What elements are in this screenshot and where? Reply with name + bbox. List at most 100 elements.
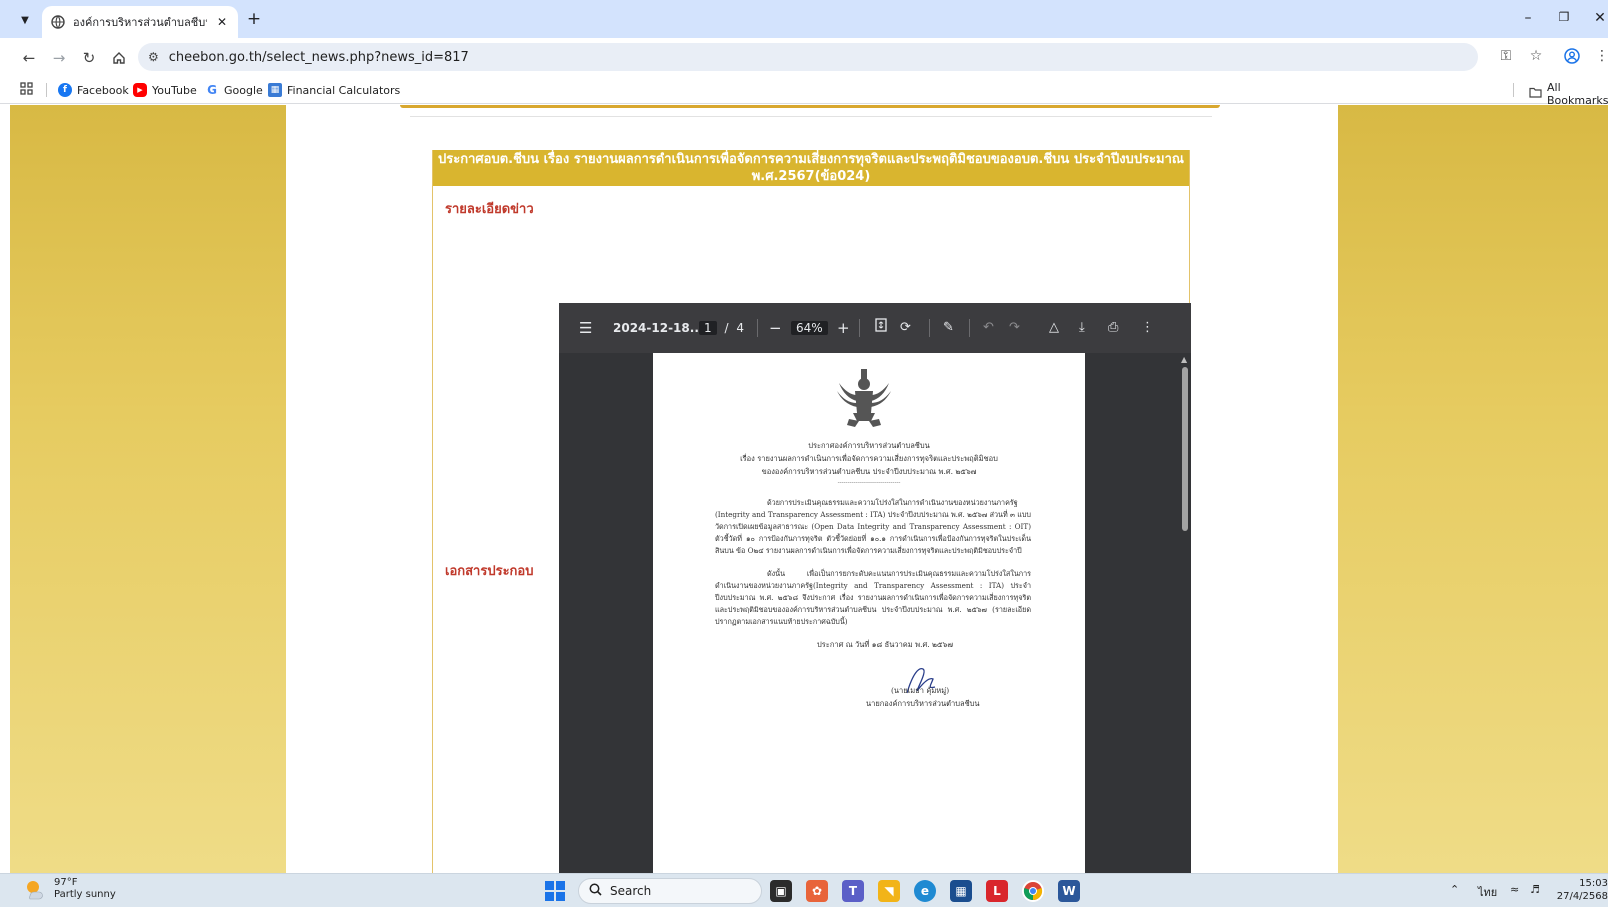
active-tab[interactable]: องค์การบริหารส่วนตำบลชีบน อำเภอ ✕	[42, 6, 238, 38]
windows-taskbar: 97°F Partly sunny Search ▣ ✿ T ◥ e ▦ L W…	[0, 873, 1608, 907]
pdf-page: ประกาศองค์การบริหารส่วนตำบลชีบน เรื่อง ร…	[653, 353, 1085, 873]
scroll-up-icon[interactable]: ▲	[1181, 355, 1187, 364]
input-language[interactable]: ไทย	[1478, 883, 1497, 901]
pdf-page-input[interactable]: 1	[699, 321, 717, 335]
taskbar-clock[interactable]: 15:03 27/4/2568	[1556, 877, 1608, 903]
close-tab-icon[interactable]: ✕	[214, 15, 230, 29]
bookmark-financial-calculators[interactable]: ▦ Financial Calculators	[268, 81, 400, 99]
pdf-toolbar: ☰ 2024-12-18... 1 / 4 − 64% + ⟳ ✎ ↶ ↷ △ …	[559, 303, 1191, 353]
pdf-menu-icon[interactable]: ☰	[579, 318, 592, 338]
volume-icon[interactable]: ♬	[1530, 883, 1540, 896]
teams-icon[interactable]: T	[842, 880, 864, 902]
site-info-icon[interactable]: ⚙	[148, 50, 159, 64]
doc-paragraph-1: ด้วยการประเมินคุณธรรมและความโปร่งใสในการ…	[715, 498, 1031, 555]
rotate-icon[interactable]: ⟳	[900, 318, 911, 338]
undo-icon[interactable]: ↶	[983, 318, 994, 338]
clock-date: 27/4/2568	[1556, 891, 1608, 902]
pdf-more-icon[interactable]: ⋮	[1141, 318, 1154, 338]
word-icon[interactable]: W	[1058, 880, 1080, 902]
back-icon[interactable]: ←	[18, 47, 40, 69]
search-icon	[589, 883, 602, 899]
tab-search-button[interactable]: ▼	[14, 9, 36, 31]
calculator-icon: ▦	[268, 83, 282, 97]
draw-icon[interactable]: ✎	[943, 318, 954, 338]
all-bookmarks-button[interactable]: All Bookmarks	[1529, 81, 1608, 107]
doc-divider: -------------------------------	[837, 479, 901, 486]
home-icon[interactable]	[108, 47, 130, 69]
pdf-zoom-input[interactable]: 64%	[791, 321, 828, 335]
weather-temp: 97°F	[54, 877, 78, 888]
reload-icon[interactable]: ↻	[78, 47, 100, 69]
widgets-icon[interactable]: ✿	[806, 880, 828, 902]
weather-condition: Partly sunny	[54, 889, 116, 900]
facebook-icon: f	[58, 83, 72, 97]
doc-signer-name: (นายเมธา คุ้มหมู่)	[891, 686, 950, 695]
bookmark-facebook[interactable]: f Facebook	[58, 81, 129, 99]
doc-heading-1: ประกาศองค์การบริหารส่วนตำบลชีบน	[808, 441, 930, 450]
header-divider	[410, 116, 1212, 117]
windows-start-icon[interactable]	[545, 881, 565, 901]
all-bookmarks-label: All Bookmarks	[1547, 81, 1608, 107]
edge-icon[interactable]: e	[914, 880, 936, 902]
taskbar-search[interactable]: Search	[578, 878, 762, 904]
close-window-icon[interactable]: ✕	[1590, 10, 1608, 26]
fit-page-icon[interactable]	[875, 318, 887, 338]
new-tab-button[interactable]: +	[244, 10, 264, 30]
url-text: cheebon.go.th/select_news.php?news_id=81…	[168, 49, 469, 65]
browser-toolbar: ← → ↻ ⚙ cheebon.go.th/select_news.php?ne…	[0, 38, 1608, 76]
pdf-zoom-in-button[interactable]: +	[837, 318, 850, 338]
pdf-toolbar-sep	[929, 319, 930, 337]
bookmarks-separator	[46, 83, 47, 97]
bookmark-label: YouTube	[152, 83, 197, 97]
globe-icon	[50, 14, 66, 30]
minimize-icon[interactable]: –	[1518, 10, 1538, 26]
bookmark-youtube[interactable]: ▶ YouTube	[133, 81, 197, 99]
weather-widget[interactable]: 97°F Partly sunny	[24, 877, 116, 901]
profile-icon[interactable]	[1562, 48, 1582, 68]
bookmark-google[interactable]: G Google	[205, 81, 263, 99]
download-icon[interactable]: ⤓	[1079, 318, 1085, 338]
pdf-zoom-out-button[interactable]: −	[769, 318, 782, 338]
save-to-drive-icon[interactable]: △	[1049, 318, 1059, 338]
chrome-icon[interactable]	[1022, 880, 1044, 902]
bookmarks-bar: f Facebook ▶ YouTube G Google ▦ Financia…	[0, 76, 1608, 107]
pdf-zoom-level: 64%	[791, 318, 828, 338]
tab-strip: ▼ องค์การบริหารส่วนตำบลชีบน อำเภอ ✕ + – …	[0, 0, 1608, 38]
restore-icon[interactable]: ❐	[1554, 10, 1574, 24]
bookmark-star-icon[interactable]: ☆	[1526, 48, 1546, 68]
forward-icon[interactable]: →	[48, 47, 70, 69]
bookmark-label: Facebook	[77, 83, 129, 97]
pdf-toolbar-sep	[969, 319, 970, 337]
attachment-label: เอกสารประกอบ	[445, 564, 534, 579]
page-viewport: ประกาศอบต.ชีบน เรื่อง รายงานผลการดำเนินก…	[0, 105, 1608, 873]
doc-announce-date: ประกาศ ณ วันที่ ๑๘ ธันวาคม พ.ศ. ๒๕๖๗	[817, 640, 954, 649]
print-icon[interactable]: ⎙	[1108, 318, 1118, 338]
wifi-icon[interactable]: ≈	[1510, 883, 1519, 896]
chevron-down-icon: ▼	[21, 14, 29, 26]
pdf-scroll-thumb[interactable]	[1182, 367, 1188, 531]
taskbar-search-text: Search	[610, 884, 652, 898]
task-view-icon[interactable]: ▣	[770, 880, 792, 902]
doc-heading-3: ขององค์การบริหารส่วนตำบลชีบน ประจำปีงบปร…	[761, 467, 977, 476]
pdf-scrollbar[interactable]: ▲	[1179, 353, 1191, 873]
pdf-viewer[interactable]: ☰ 2024-12-18... 1 / 4 − 64% + ⟳ ✎ ↶ ↷ △ …	[559, 303, 1191, 873]
content-column: ประกาศอบต.ชีบน เรื่อง รายงานผลการดำเนินก…	[286, 105, 1338, 873]
pdf-page-indicator: 1 / 4	[699, 318, 744, 338]
apps-grid-icon[interactable]	[20, 82, 33, 99]
password-key-icon[interactable]: ⚿	[1496, 48, 1516, 68]
doc-signer-title: นายกองค์การบริหารส่วนตำบลชีบน	[866, 699, 980, 708]
news-title-line2: พ.ศ.2567(ข้อ024)	[751, 169, 871, 184]
pdf-toolbar-sep	[757, 319, 758, 337]
bookmark-label: Google	[224, 83, 263, 97]
page-left-margin	[0, 105, 10, 873]
redo-icon[interactable]: ↷	[1009, 318, 1020, 338]
news-detail-label: รายละเอียดข่าว	[445, 202, 534, 217]
line-app-icon[interactable]: L	[986, 880, 1008, 902]
address-bar[interactable]: ⚙ cheebon.go.th/select_news.php?news_id=…	[138, 43, 1478, 71]
menu-kebab-icon[interactable]: ⋮	[1592, 48, 1608, 68]
pdf-filename: 2024-12-18...	[613, 321, 704, 335]
file-explorer-icon[interactable]: ◥	[878, 880, 900, 902]
clock-time: 15:03	[1579, 878, 1608, 889]
store-icon[interactable]: ▦	[950, 880, 972, 902]
tray-chevron-up-icon[interactable]: ⌃	[1450, 883, 1459, 896]
